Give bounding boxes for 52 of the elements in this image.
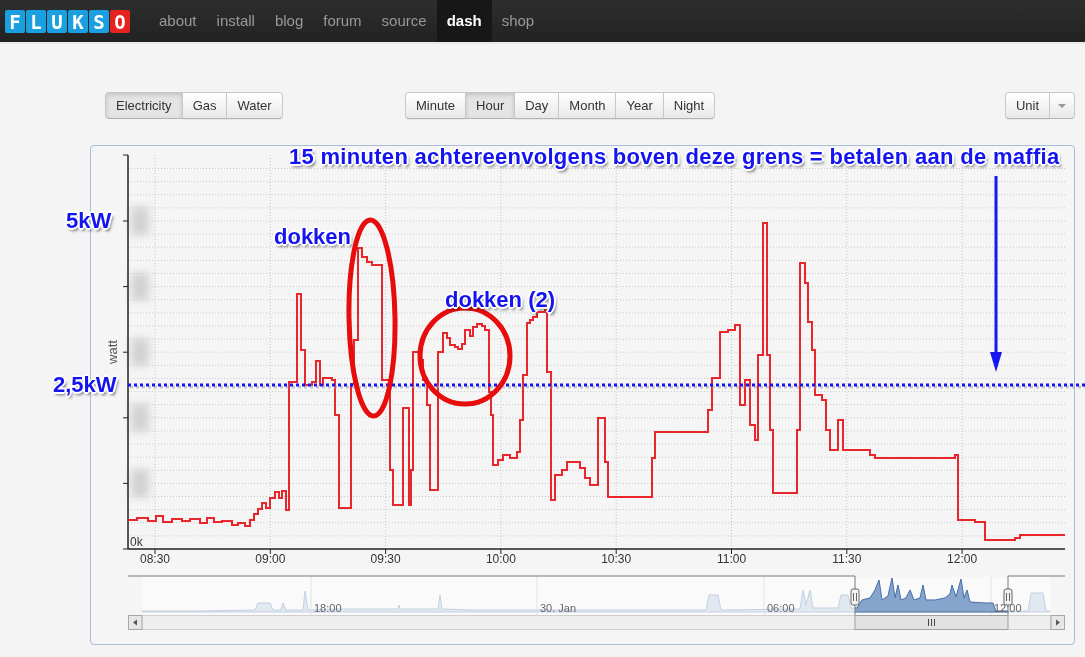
level-label: 2,5kW (53, 372, 117, 398)
axis-tick-label: 11:30 (832, 552, 862, 566)
energy-type-button[interactable]: Water (226, 92, 283, 119)
navigator-date-label: 18:00 (314, 602, 342, 614)
level-label: 5kW (66, 208, 112, 234)
grip-icon (928, 618, 935, 627)
logo-letter: K (68, 10, 88, 33)
nav-link[interactable]: source (371, 0, 437, 42)
period-button[interactable]: Day (514, 92, 560, 119)
logo-letter: O (110, 10, 130, 33)
period-button[interactable]: Year (615, 92, 664, 119)
right-triangle-icon (1056, 619, 1060, 626)
navigator-handle[interactable] (1003, 588, 1013, 606)
axis-tick-label: 11:00 (716, 552, 747, 566)
nav-link[interactable]: about (149, 0, 207, 42)
period-button[interactable]: Hour (465, 92, 516, 119)
navigator-date-label: 30. Jan (540, 602, 577, 614)
axis-tick-label: 12:00 (947, 552, 978, 566)
nav-link[interactable]: forum (313, 0, 372, 42)
nav-link[interactable]: blog (264, 0, 314, 42)
scroll-left-button[interactable] (128, 615, 143, 630)
navigator-handle[interactable] (850, 588, 860, 606)
energy-type-button[interactable]: Gas (181, 92, 228, 119)
scrollbar-thumb[interactable] (854, 615, 1009, 630)
axis-tick-label: 09:30 (370, 552, 401, 566)
axis-tick-label: 09:00 (255, 552, 286, 566)
logo-letter: L (26, 10, 46, 33)
logo-letter: F (5, 10, 25, 33)
nav-link[interactable]: shop (491, 0, 545, 42)
annotation-text: 15 minuten achtereenvolgens boven deze grens = betalen aan de maffia (289, 144, 1060, 170)
axis-tick-label: 0k (130, 535, 143, 549)
axis-tick-label: 08:30 (140, 552, 170, 566)
nav-link[interactable]: dash (436, 0, 492, 42)
callout-label: dokken (2) (445, 287, 556, 313)
period-button[interactable]: Month (558, 92, 617, 119)
period-button[interactable]: Minute (405, 92, 467, 119)
logo-letter: S (89, 10, 109, 33)
navigator-date-label: 12:00 (994, 602, 1022, 614)
callout-label: dokken (274, 224, 352, 250)
logo-letter: U (47, 10, 67, 33)
axis-tick-label: 10:30 (601, 552, 632, 566)
scroll-right-button[interactable] (1050, 615, 1065, 630)
energy-type-button[interactable]: Electricity (105, 92, 183, 119)
dropdown-toggle-button[interactable] (1049, 92, 1075, 119)
navigator-date-label: 06:00 (767, 602, 795, 614)
nav-link[interactable]: install (206, 0, 265, 42)
caret-icon (1058, 103, 1066, 108)
left-triangle-icon (133, 619, 137, 626)
axis-tick-label: 10:00 (485, 552, 516, 566)
axis-title: watt (105, 340, 120, 364)
period-button[interactable]: Night (662, 92, 716, 119)
unit-button[interactable]: Unit (1004, 92, 1050, 119)
